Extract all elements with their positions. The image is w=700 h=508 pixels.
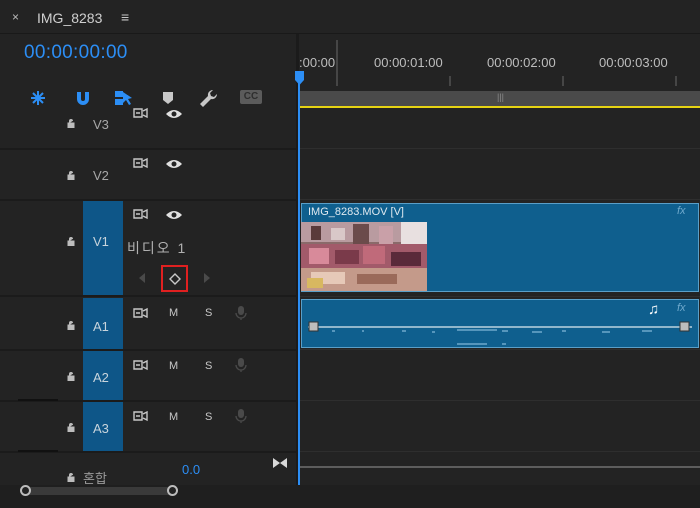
track-label-v1: 비디오 1 <box>127 240 188 256</box>
bowtie-icon[interactable] <box>272 457 288 469</box>
mute-button[interactable]: M <box>169 307 178 319</box>
eye-icon[interactable] <box>165 158 183 170</box>
eye-icon[interactable] <box>165 209 183 221</box>
playhead-timecode[interactable]: 00:00:00:00 <box>24 42 128 64</box>
clip-thumbnail <box>301 222 427 291</box>
marker-icon[interactable] <box>157 88 179 108</box>
fx-badge: fx <box>677 205 686 217</box>
mute-button[interactable]: M <box>169 360 178 372</box>
solo-button[interactable]: S <box>205 360 212 372</box>
lock-icon[interactable] <box>66 320 76 330</box>
zoom-handle-right[interactable] <box>167 485 178 496</box>
track-separator <box>0 199 298 201</box>
magnet-icon[interactable] <box>72 88 94 108</box>
mix-volume-value[interactable]: 0.0 <box>182 462 200 477</box>
track-row-separator <box>300 148 700 149</box>
snap-insert-icon[interactable] <box>27 88 49 108</box>
timeline-tracks[interactable] <box>300 108 700 487</box>
audio-note-icon: ♫ <box>648 301 660 318</box>
add-keyframe-button[interactable] <box>161 265 188 292</box>
track-separator <box>0 349 298 351</box>
track-separator <box>0 295 298 297</box>
playhead-handle-icon[interactable] <box>294 70 305 86</box>
microphone-icon[interactable] <box>235 305 247 321</box>
next-keyframe-icon[interactable] <box>203 272 211 284</box>
track-row-separator <box>300 296 700 297</box>
fx-badge: fx <box>677 302 686 314</box>
track-row-separator <box>300 199 700 200</box>
lock-icon[interactable] <box>66 422 76 432</box>
track-separator <box>0 148 298 150</box>
mute-button[interactable]: M <box>169 411 178 423</box>
lock-icon[interactable] <box>66 118 76 128</box>
track-row-separator <box>300 451 700 452</box>
sync-lock-icon[interactable] <box>133 208 149 220</box>
zoom-scrollbar[interactable] <box>24 487 174 495</box>
lock-icon[interactable] <box>66 236 76 246</box>
track-target-indicator <box>18 399 58 401</box>
tab-menu-icon[interactable]: ≡ <box>121 9 129 25</box>
sync-lock-icon[interactable] <box>133 157 149 169</box>
lock-icon[interactable] <box>66 371 76 381</box>
mix-track-line <box>300 466 700 468</box>
eye-icon[interactable] <box>165 108 183 120</box>
captions-icon[interactable]: CC <box>240 90 262 104</box>
sync-lock-icon[interactable] <box>133 410 149 422</box>
track-row-separator <box>300 349 700 350</box>
ruler-ticks <box>336 40 677 86</box>
linked-select-icon[interactable] <box>112 88 134 108</box>
prev-keyframe-icon[interactable] <box>138 272 146 284</box>
track-name-a2: A2 <box>93 370 109 385</box>
microphone-icon[interactable] <box>235 357 247 373</box>
tab-title[interactable]: IMG_8283 <box>37 10 102 26</box>
track-name-v1: V1 <box>93 234 109 249</box>
sync-lock-icon[interactable] <box>133 359 149 371</box>
sync-lock-icon[interactable] <box>133 107 149 119</box>
track-target-indicator <box>18 450 58 452</box>
track-row-separator <box>300 400 700 401</box>
playhead-line[interactable] <box>298 72 300 487</box>
solo-button[interactable]: S <box>205 307 212 319</box>
microphone-icon[interactable] <box>235 408 247 424</box>
lock-icon[interactable] <box>66 170 76 180</box>
lock-icon[interactable] <box>66 472 76 482</box>
wrench-icon[interactable] <box>198 88 220 108</box>
sync-lock-icon[interactable] <box>133 307 149 319</box>
keyframe-diamond-icon <box>169 273 181 285</box>
track-name-v3: V3 <box>93 117 109 132</box>
video-clip-label: IMG_8283.MOV [V] <box>308 206 404 218</box>
audio-waveform <box>308 321 692 345</box>
solo-button[interactable]: S <box>205 411 212 423</box>
work-area-bar[interactable]: ||| <box>299 91 700 106</box>
zoom-handle-left[interactable] <box>20 485 31 496</box>
tab-close-button[interactable]: × <box>12 10 19 24</box>
track-name-a1: A1 <box>93 319 109 334</box>
track-name-a3: A3 <box>93 421 109 436</box>
track-name-v2: V2 <box>93 168 109 183</box>
